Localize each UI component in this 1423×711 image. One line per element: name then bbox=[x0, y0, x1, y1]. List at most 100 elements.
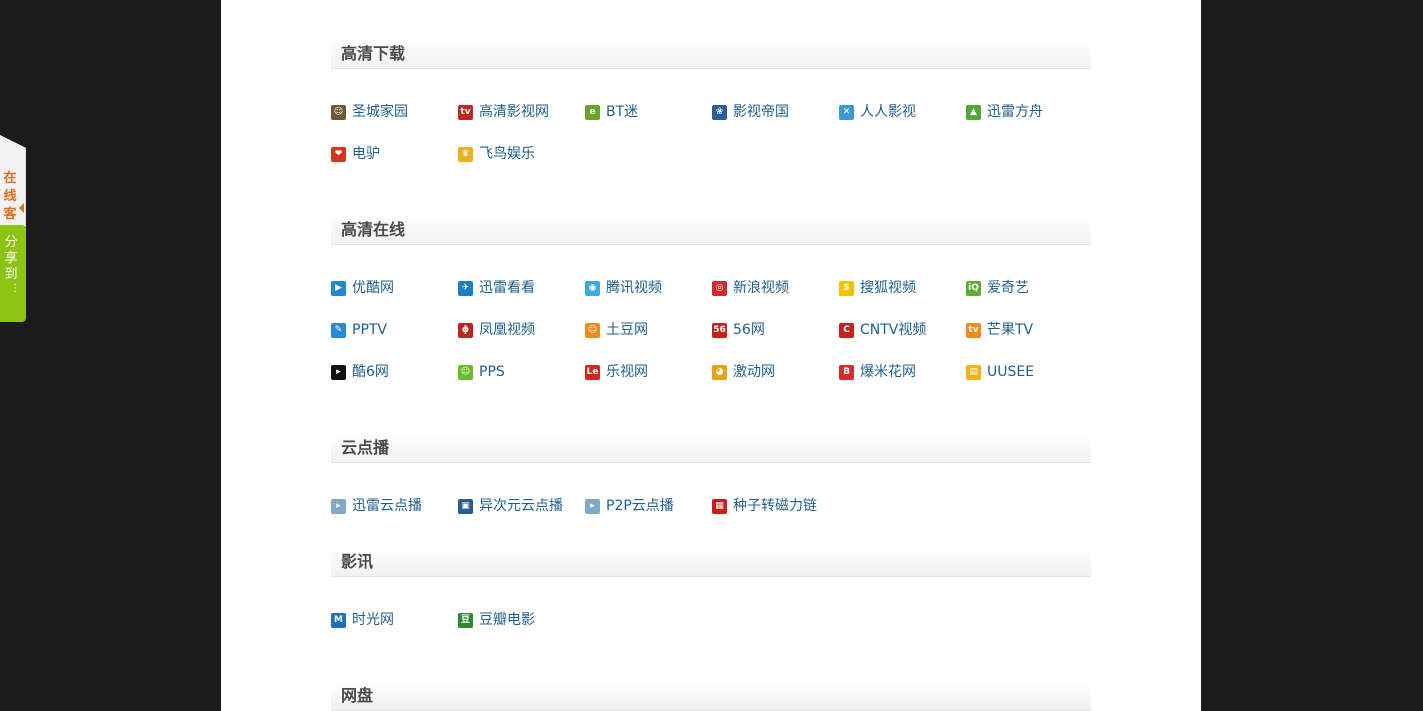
site-link-label: 电驴 bbox=[352, 146, 380, 162]
site-link[interactable]: ▶ 优酷网 bbox=[331, 279, 394, 297]
xunlei-ark-icon: ▲ bbox=[966, 104, 981, 120]
baomihua-icon: B bbox=[839, 364, 854, 380]
site-link[interactable]: ▸ P2P云点播 bbox=[585, 497, 674, 515]
site-link[interactable]: Le 乐视网 bbox=[585, 363, 648, 381]
site-link-label: 圣城家园 bbox=[352, 104, 408, 120]
share-to-tab[interactable]: 分享到 ⋮ bbox=[0, 225, 26, 322]
site-link[interactable]: ϕ 凤凰视频 bbox=[458, 321, 535, 339]
online-service-label: 在线客 bbox=[3, 171, 17, 222]
btmi-icon: e bbox=[585, 104, 600, 120]
feiniao-icon: ♛ bbox=[458, 146, 473, 162]
site-link-label: 高清影视网 bbox=[479, 104, 549, 120]
site-link-label: 爱奇艺 bbox=[987, 280, 1029, 296]
site-link-label: BT迷 bbox=[606, 104, 639, 120]
site-link-label: 爆米花网 bbox=[860, 364, 916, 380]
site-link-label: 凤凰视频 bbox=[479, 322, 535, 338]
site-link[interactable]: iQ 爱奇艺 bbox=[966, 279, 1029, 297]
site-link-label: 异次元云点播 bbox=[479, 498, 563, 514]
section-title: 网盘 bbox=[341, 686, 374, 705]
section-netdisk: 网盘 bbox=[331, 682, 1091, 711]
site-link[interactable]: tv 高清影视网 bbox=[458, 103, 549, 121]
site-link-label: 人人影视 bbox=[860, 104, 916, 120]
iqiyi-icon: iQ bbox=[966, 280, 981, 296]
section-title: 高清在线 bbox=[341, 220, 406, 239]
site-link[interactable]: ▤ UUSEE bbox=[966, 363, 1034, 381]
main-page: 高清下载 ☺ 圣城家园 tv 高清影视网 e BT迷 ❀ 影视帝国 ✕ 人人影视 ▲ 迅雷方舟 ❤ 电驴 ♛… bbox=[221, 0, 1201, 711]
site-link[interactable]: 56 56网 bbox=[712, 321, 765, 339]
site-link[interactable]: ▸ 迅雷云点播 bbox=[331, 497, 422, 515]
site-link[interactable]: 豆豆瓣电影 bbox=[458, 611, 535, 629]
picture-icon: ▣ bbox=[458, 498, 473, 514]
site-link[interactable]: ☺ PPS bbox=[458, 363, 505, 381]
section-title: 影讯 bbox=[341, 552, 374, 571]
douban-icon: 豆 bbox=[458, 612, 473, 628]
site-link[interactable]: M 时光网 bbox=[331, 611, 394, 629]
site-link[interactable]: e BT迷 bbox=[585, 103, 638, 121]
donkey-icon: ❤ bbox=[331, 146, 346, 162]
site-link[interactable]: ☺ 土豆网 bbox=[585, 321, 648, 339]
section-header: 影讯 bbox=[331, 548, 1091, 577]
mango-tv-icon: tv bbox=[966, 322, 981, 338]
section-title: 高清下载 bbox=[341, 44, 406, 63]
site-link[interactable]: B 爆米花网 bbox=[839, 363, 916, 381]
site-link[interactable]: S 搜狐视频 bbox=[839, 279, 916, 297]
section-header: 高清下载 bbox=[331, 40, 1091, 69]
more-dots-icon: ⋮ bbox=[10, 283, 20, 294]
site-link[interactable]: C CNTV视频 bbox=[839, 321, 926, 339]
site-link[interactable]: ♛ 飞鸟娱乐 bbox=[458, 145, 535, 163]
site-link-label: 迅雷方舟 bbox=[987, 104, 1043, 120]
56-icon: 56 bbox=[712, 322, 727, 338]
site-link[interactable]: ▦ 种子转磁力链 bbox=[712, 497, 817, 515]
site-link-label: PPTV bbox=[352, 322, 388, 338]
site-link[interactable]: ▲ 迅雷方舟 bbox=[966, 103, 1043, 121]
site-link-label: 酷6网 bbox=[352, 364, 389, 380]
site-link-label: P2P云点播 bbox=[606, 498, 674, 514]
hdtv-icon: tv bbox=[458, 104, 473, 120]
site-link-label: 影视帝国 bbox=[733, 104, 789, 120]
site-link-label: 搜狐视频 bbox=[860, 280, 916, 296]
site-link[interactable]: ✕ 人人影视 bbox=[839, 103, 916, 121]
ifeng-icon: ϕ bbox=[458, 322, 473, 338]
site-link[interactable]: ☺ 圣城家园 bbox=[331, 103, 408, 121]
section-header: 云点播 bbox=[331, 434, 1091, 463]
site-link[interactable]: ✎ PPTV bbox=[331, 321, 387, 339]
youku-icon: ▶ bbox=[331, 280, 346, 296]
mtime-icon: M bbox=[331, 612, 346, 628]
site-link-label: 飞鸟娱乐 bbox=[479, 146, 535, 162]
cloud-play-icon: ▸ bbox=[331, 498, 346, 514]
site-link-label: CNTV视频 bbox=[860, 322, 927, 338]
site-link[interactable]: tv 芒果TV bbox=[966, 321, 1033, 339]
site-link-label: 腾讯视频 bbox=[606, 280, 662, 296]
site-link[interactable]: ▸ 酷6网 bbox=[331, 363, 389, 381]
site-link-label: 土豆网 bbox=[606, 322, 648, 338]
site-link-label: 时光网 bbox=[352, 612, 394, 628]
tencent-video-icon: ◉ bbox=[585, 280, 600, 296]
magnet-icon: ▦ bbox=[712, 498, 727, 514]
kankan-icon: ✈ bbox=[458, 280, 473, 296]
section-hd-online: 高清在线 ▶ 优酷网 ✈ 迅雷看看 ◉ 腾讯视频 ◎ 新浪视频 S 搜狐视频 iQ 爱奇艺 ✎ PPTV ϕ… bbox=[331, 216, 1091, 380]
cntv-icon: C bbox=[839, 322, 854, 338]
site-link-label: 新浪视频 bbox=[733, 280, 789, 296]
site-link-label: 种子转磁力链 bbox=[733, 498, 817, 514]
site-link[interactable]: ▣ 异次元云点播 bbox=[458, 497, 563, 515]
letv-icon: Le bbox=[585, 364, 600, 380]
site-link-label: 优酷网 bbox=[352, 280, 394, 296]
sohu-icon: S bbox=[839, 280, 854, 296]
collapse-arrow-icon[interactable] bbox=[19, 203, 24, 213]
site-link[interactable]: ◎ 新浪视频 bbox=[712, 279, 789, 297]
ku6-icon: ▸ bbox=[331, 364, 346, 380]
site-link-label: UUSEE bbox=[987, 364, 1035, 380]
site-link-label: 乐视网 bbox=[606, 364, 648, 380]
site-link[interactable]: ❤ 电驴 bbox=[331, 145, 380, 163]
p2p-cloud-icon: ▸ bbox=[585, 498, 600, 514]
site-link[interactable]: ◉ 腾讯视频 bbox=[585, 279, 662, 297]
section-hd-download: 高清下载 ☺ 圣城家园 tv 高清影视网 e BT迷 ❀ 影视帝国 ✕ 人人影视 ▲ 迅雷方舟 ❤ 电驴 ♛… bbox=[331, 40, 1091, 162]
site-link[interactable]: ✈ 迅雷看看 bbox=[458, 279, 535, 297]
site-link[interactable]: ❀ 影视帝国 bbox=[712, 103, 789, 121]
section-title: 云点播 bbox=[341, 438, 390, 457]
shengcheng-icon: ☺ bbox=[331, 104, 346, 120]
site-link[interactable]: ◕ 激动网 bbox=[712, 363, 775, 381]
online-service-tab[interactable]: 在线客 bbox=[0, 135, 26, 227]
site-link-label: 迅雷看看 bbox=[479, 280, 535, 296]
site-link-label: 豆瓣电影 bbox=[479, 612, 535, 628]
